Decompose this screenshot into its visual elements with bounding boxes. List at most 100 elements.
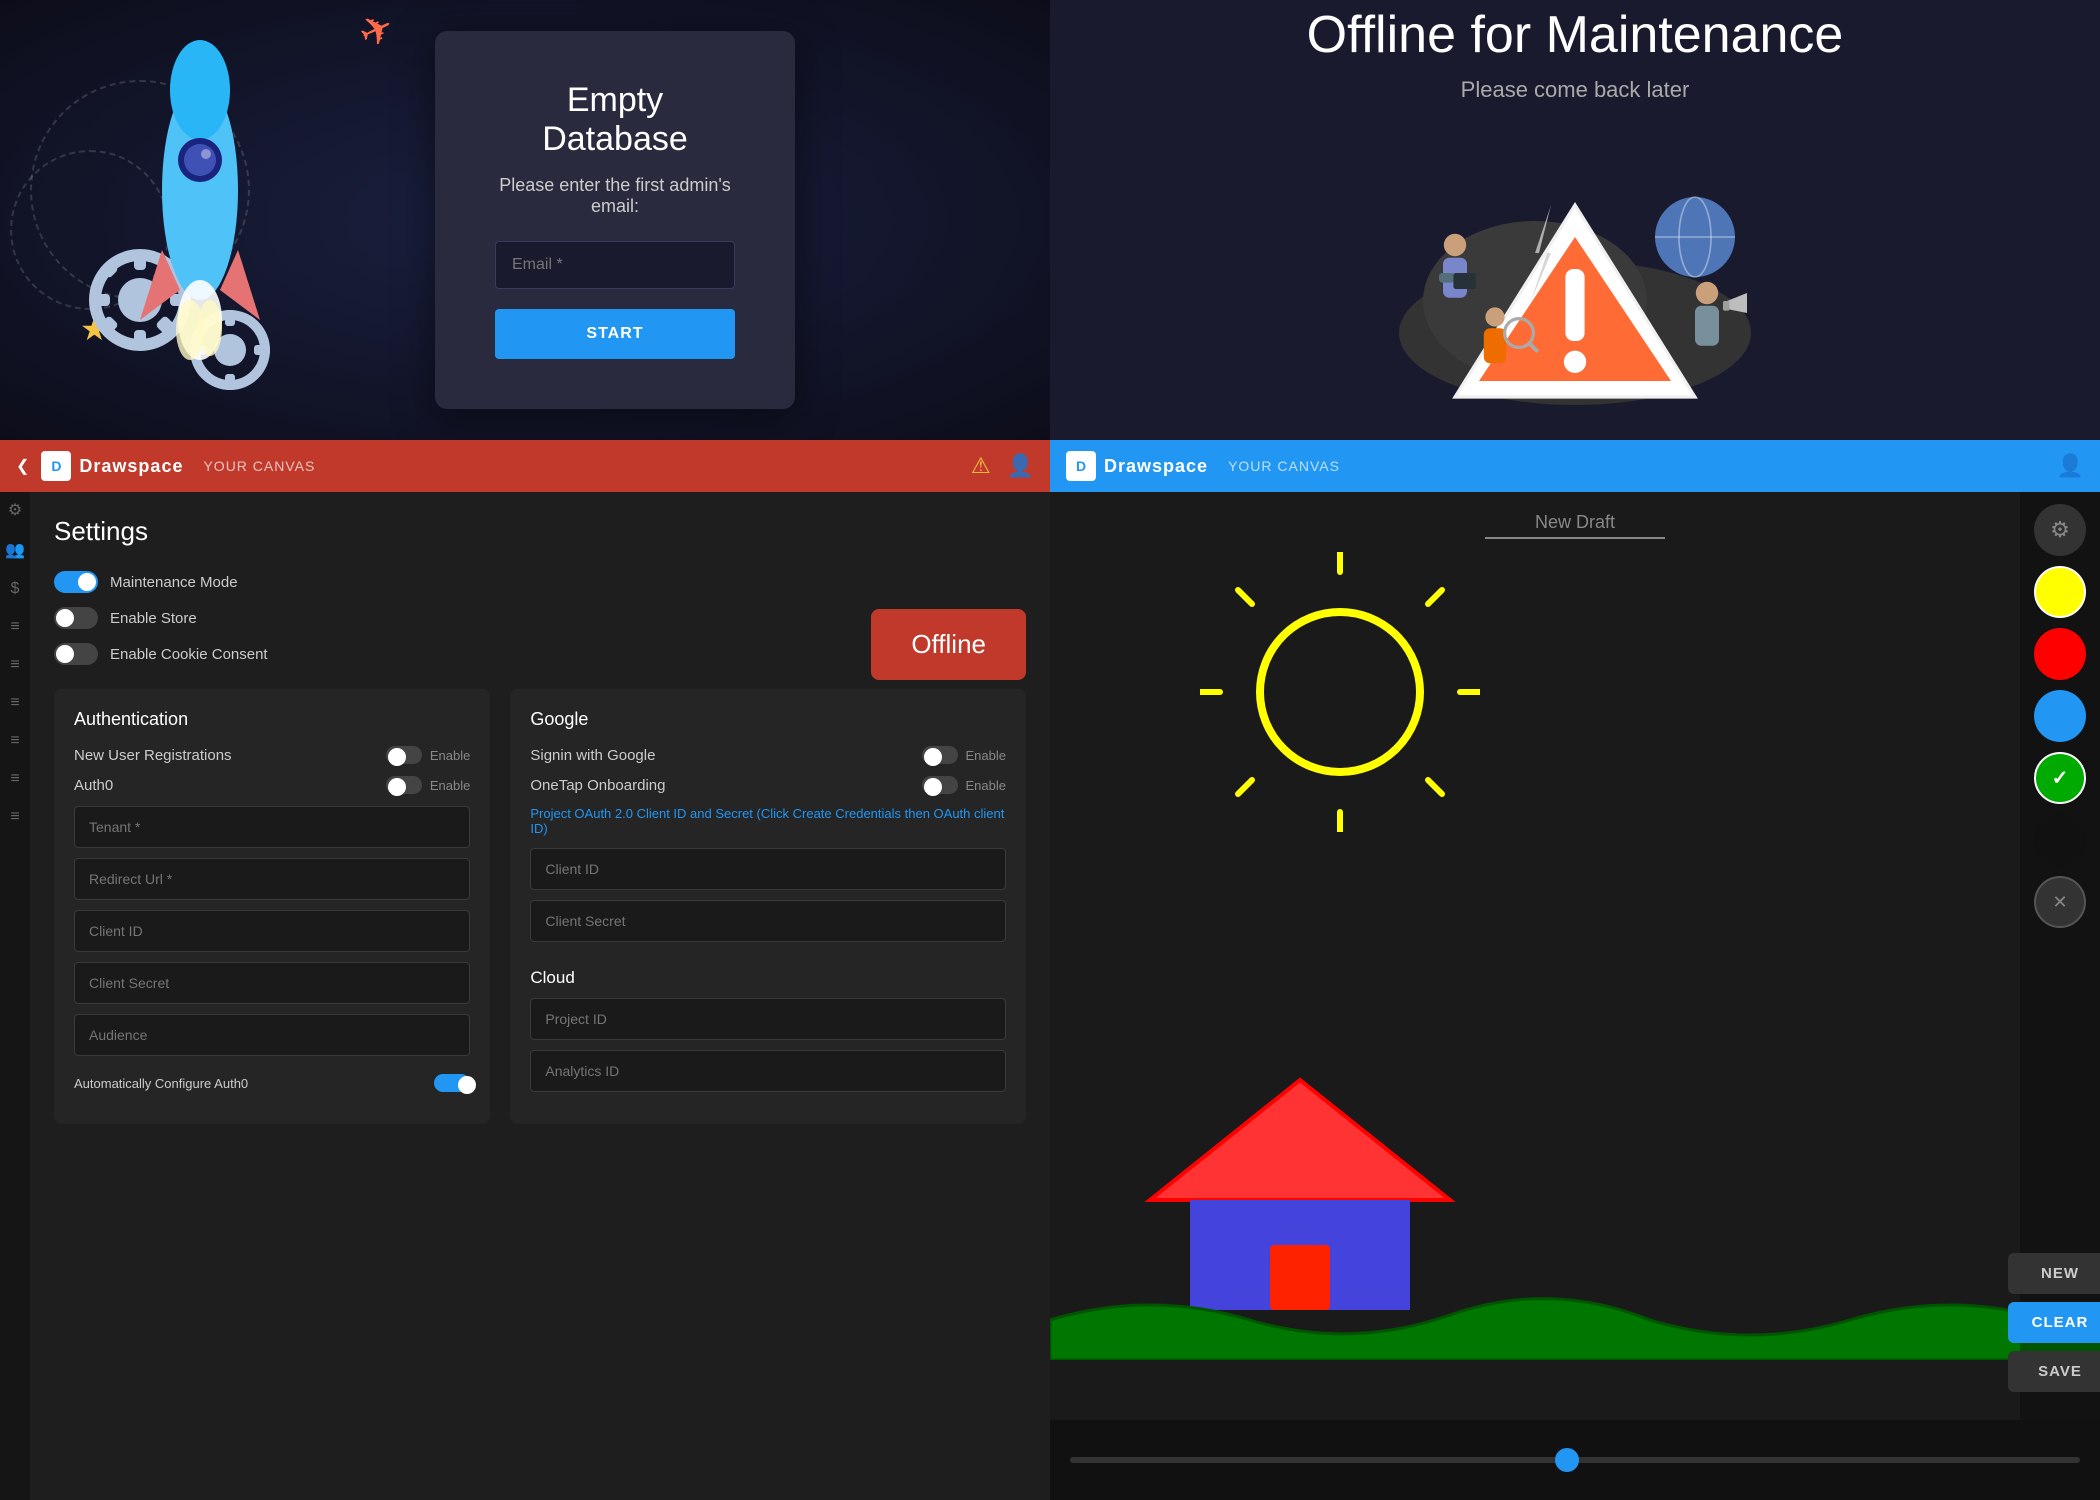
project-id-input[interactable] bbox=[530, 998, 1006, 1040]
top-toggles-group: Maintenance Mode Enable Store Enable Coo… bbox=[54, 571, 1026, 665]
canvas-logo-text: Drawspace bbox=[1104, 456, 1208, 477]
sidebar-icon-3[interactable]: $ bbox=[11, 580, 20, 598]
maintenance-illustration bbox=[1375, 135, 1775, 435]
modal-title: Empty Database bbox=[495, 81, 735, 159]
tenant-input[interactable] bbox=[74, 806, 470, 848]
sidebar-icon-7[interactable]: ≡ bbox=[10, 732, 19, 750]
drawing-canvas-area[interactable]: New Draft bbox=[1050, 492, 2100, 1420]
maintenance-mode-toggle[interactable] bbox=[54, 571, 98, 593]
sidebar-icon-2[interactable]: 👥 bbox=[5, 540, 25, 560]
auth0-toggle-group: Enable bbox=[386, 776, 470, 794]
clear-btn[interactable]: CLEAR bbox=[2008, 1302, 2100, 1343]
color-red[interactable] bbox=[2034, 628, 2086, 680]
signin-google-row: Signin with Google Enable bbox=[530, 746, 1006, 764]
maintenance-panel: Offline for Maintenance Please come back… bbox=[1050, 0, 2100, 440]
audience-input[interactable] bbox=[74, 1014, 470, 1056]
google-section: Google Signin with Google Enable OneTap … bbox=[510, 689, 1026, 1124]
onetap-toggle[interactable] bbox=[922, 776, 958, 794]
user-icon[interactable]: 👤 bbox=[1007, 453, 1034, 479]
auto-configure-label: Automatically Configure Auth0 bbox=[74, 1076, 248, 1091]
new-user-reg-toggle[interactable] bbox=[386, 746, 422, 764]
cookie-toggle-row: Enable Cookie Consent bbox=[54, 643, 1026, 665]
redirect-url-input[interactable] bbox=[74, 858, 470, 900]
empty-db-modal: Empty Database Please enter the first ad… bbox=[435, 31, 795, 409]
settings-logo-area: D Drawspace bbox=[41, 451, 183, 481]
sidebar-icon-9[interactable]: ≡ bbox=[10, 808, 19, 826]
onetap-enable-text: Enable bbox=[966, 778, 1006, 793]
auto-configure-row: Automatically Configure Auth0 bbox=[74, 1074, 470, 1092]
settings-header: ❮ D Drawspace YOUR CANVAS ⚠ 👤 bbox=[0, 440, 1050, 492]
color-green[interactable]: ✓ bbox=[2034, 752, 2086, 804]
auth-section: Authentication New User Registrations En… bbox=[54, 689, 490, 1124]
drawspace-logo-text: Drawspace bbox=[79, 456, 183, 477]
signin-google-enable-text: Enable bbox=[966, 748, 1006, 763]
settings-panel: ❮ D Drawspace YOUR CANVAS ⚠ 👤 ⚙ 👥 $ ≡ ≡ … bbox=[0, 440, 1050, 1500]
drawspace-logo-icon: D bbox=[41, 451, 71, 481]
auto-configure-toggle[interactable] bbox=[434, 1074, 470, 1092]
auth0-toggle[interactable] bbox=[386, 776, 422, 794]
maintenance-toggle-row: Maintenance Mode bbox=[54, 571, 1026, 593]
email-field[interactable] bbox=[495, 241, 735, 289]
new-user-reg-toggle-group: Enable bbox=[386, 746, 470, 764]
canvas-header-right: 👤 bbox=[2057, 453, 2084, 479]
new-user-reg-row: New User Registrations Enable bbox=[74, 746, 470, 764]
save-btn[interactable]: SAVE bbox=[2008, 1351, 2100, 1392]
settings-body: ⚙ 👥 $ ≡ ≡ ≡ ≡ ≡ ≡ Settings Maintenance M… bbox=[0, 492, 1050, 1500]
collapse-icon[interactable]: ❮ bbox=[16, 456, 29, 476]
empty-database-panel: ★ ★ ★ ★ ✈ bbox=[0, 0, 1050, 440]
google-section-title: Google bbox=[530, 709, 1006, 730]
color-yellow[interactable] bbox=[2034, 566, 2086, 618]
draft-title[interactable]: New Draft bbox=[1485, 512, 1665, 539]
onetap-label: OneTap Onboarding bbox=[530, 777, 665, 794]
settings-sidebar: ⚙ 👥 $ ≡ ≡ ≡ ≡ ≡ ≡ bbox=[0, 492, 30, 1500]
auth0-row: Auth0 Enable bbox=[74, 776, 470, 794]
sidebar-icon-1[interactable]: ⚙ bbox=[8, 500, 22, 520]
new-user-reg-enable-text: Enable bbox=[430, 748, 470, 763]
google-client-id-input[interactable] bbox=[530, 848, 1006, 890]
brush-size-slider[interactable] bbox=[1070, 1457, 2080, 1463]
header-right-icons: ⚠ 👤 bbox=[971, 453, 1034, 479]
start-button[interactable]: START bbox=[495, 309, 735, 359]
onetap-row: OneTap Onboarding Enable bbox=[530, 776, 1006, 794]
slider-thumb bbox=[1555, 1448, 1579, 1472]
sidebar-icon-6[interactable]: ≡ bbox=[10, 694, 19, 712]
palette-action-btns: NEW CLEAR SAVE bbox=[2008, 1253, 2100, 1408]
new-btn[interactable]: NEW bbox=[2008, 1253, 2100, 1294]
maintenance-title: Offline for Maintenance bbox=[1307, 5, 1844, 65]
your-canvas-label: YOUR CANVAS bbox=[203, 458, 315, 474]
auth0-enable-text: Enable bbox=[430, 778, 470, 793]
auth-client-secret-input[interactable] bbox=[74, 962, 470, 1004]
color-black[interactable] bbox=[2034, 814, 2086, 866]
grass-drawing bbox=[1050, 1280, 2100, 1360]
signin-google-toggle[interactable] bbox=[922, 746, 958, 764]
color-blue[interactable] bbox=[2034, 690, 2086, 742]
warning-icon: ⚠ bbox=[971, 453, 991, 479]
google-client-secret-input[interactable] bbox=[530, 900, 1006, 942]
sidebar-icon-8[interactable]: ≡ bbox=[10, 770, 19, 788]
canvas-user-icon[interactable]: 👤 bbox=[2057, 453, 2084, 479]
sidebar-icon-5[interactable]: ≡ bbox=[10, 656, 19, 674]
analytics-id-input[interactable] bbox=[530, 1050, 1006, 1092]
eraser-button[interactable]: ✕ bbox=[2034, 876, 2086, 928]
sidebar-icon-4[interactable]: ≡ bbox=[10, 618, 19, 636]
signin-google-label: Signin with Google bbox=[530, 747, 655, 764]
enable-store-toggle[interactable] bbox=[54, 607, 98, 629]
auth-section-title: Authentication bbox=[74, 709, 470, 730]
canvas-canvas-label: YOUR CANVAS bbox=[1228, 458, 1340, 474]
new-user-reg-label: New User Registrations bbox=[74, 747, 232, 764]
oauth-link-text[interactable]: Project OAuth 2.0 Client ID and Secret (… bbox=[530, 806, 1006, 836]
signin-google-toggle-group: Enable bbox=[922, 746, 1006, 764]
canvas-panel: D Drawspace YOUR CANVAS 👤 New Draft bbox=[1050, 440, 2100, 1500]
cookie-consent-toggle[interactable] bbox=[54, 643, 98, 665]
auth0-label: Auth0 bbox=[74, 777, 113, 794]
canvas-bottom-bar bbox=[1050, 1420, 2100, 1500]
onetap-toggle-group: Enable bbox=[922, 776, 1006, 794]
sun-drawing bbox=[1200, 552, 1480, 832]
brush-size-slider-container bbox=[1070, 1457, 2080, 1463]
cookie-consent-label: Enable Cookie Consent bbox=[110, 646, 268, 663]
settings-main-content: Settings Maintenance Mode Enable Store E… bbox=[30, 492, 1050, 1500]
auth-client-id-input[interactable] bbox=[74, 910, 470, 952]
palette-settings-btn[interactable]: ⚙ bbox=[2034, 504, 2086, 556]
auth-google-sections: Authentication New User Registrations En… bbox=[54, 689, 1026, 1124]
canvas-logo-area: D Drawspace bbox=[1066, 451, 1208, 481]
